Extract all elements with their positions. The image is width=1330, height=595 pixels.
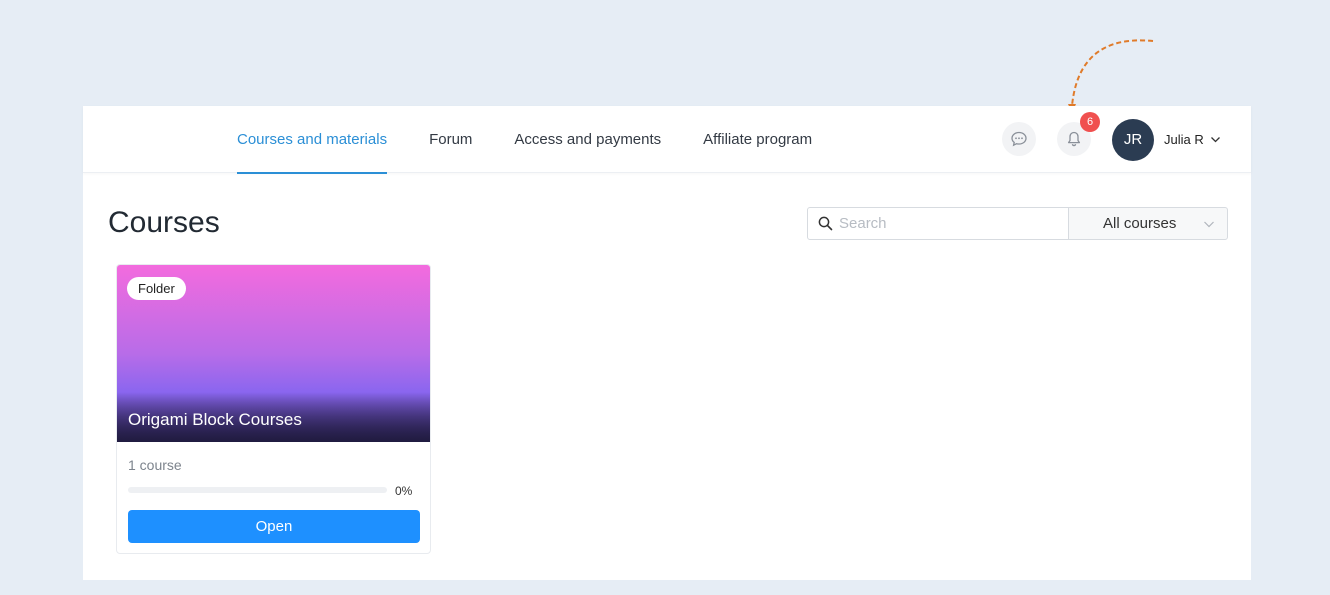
- filter-selected-value: All courses: [1103, 215, 1177, 232]
- tab-forum[interactable]: Forum: [429, 106, 472, 173]
- progress-percent: 0%: [395, 484, 413, 498]
- bell-icon: [1067, 131, 1081, 147]
- page-title: Courses: [108, 206, 220, 239]
- course-count: 1 course: [128, 457, 182, 473]
- progress-bar: [128, 487, 387, 493]
- courses-filter-select[interactable]: All courses: [1068, 207, 1228, 240]
- main-panel: Courses and materials Forum Access and p…: [83, 106, 1251, 580]
- chat-bubble-icon: [1011, 131, 1027, 147]
- card-cover-image[interactable]: Folder Origami Block Courses: [117, 265, 430, 442]
- notification-count-badge: 6: [1080, 112, 1100, 132]
- open-button[interactable]: Open: [128, 510, 420, 543]
- search-icon: [818, 216, 833, 231]
- search-input[interactable]: [839, 215, 1059, 232]
- messages-button[interactable]: [1002, 122, 1036, 156]
- user-name-label: Julia R: [1164, 132, 1204, 147]
- tab-access-and-payments[interactable]: Access and payments: [514, 106, 661, 173]
- chevron-down-icon: [1210, 137, 1220, 143]
- folder-tag: Folder: [127, 277, 186, 300]
- top-navigation-bar: Courses and materials Forum Access and p…: [83, 106, 1251, 174]
- tab-courses-and-materials[interactable]: Courses and materials: [237, 106, 388, 174]
- course-card: Folder Origami Block Courses 1 course 0%…: [116, 264, 431, 554]
- chevron-down-icon: [1204, 221, 1214, 227]
- user-avatar[interactable]: JR: [1112, 119, 1154, 161]
- main-nav: Courses and materials Forum Access and p…: [237, 106, 854, 174]
- user-menu[interactable]: Julia R: [1164, 132, 1221, 147]
- card-title: Origami Block Courses: [128, 410, 302, 429]
- search-field[interactable]: [807, 207, 1069, 240]
- tab-affiliate-program[interactable]: Affiliate program: [703, 106, 812, 173]
